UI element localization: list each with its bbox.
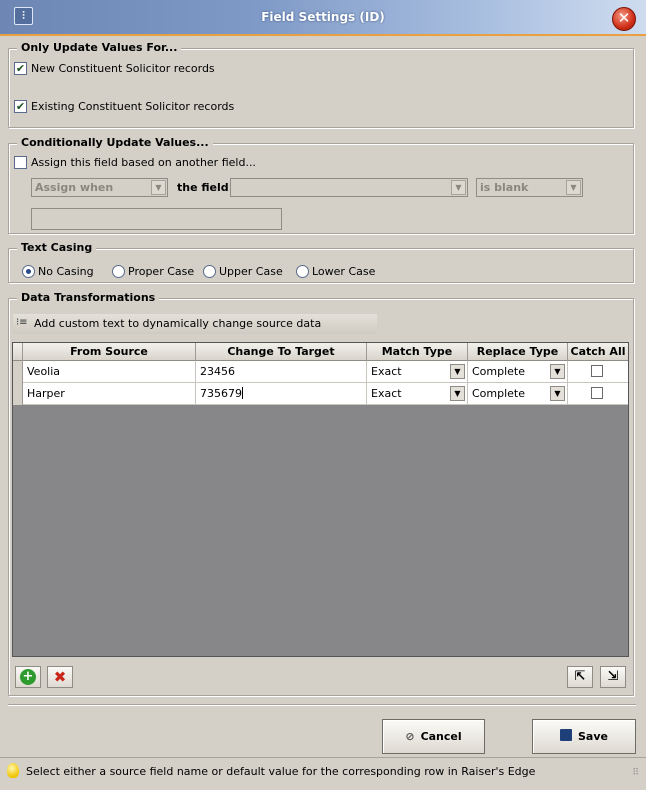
- status-text: Select either a source field name or def…: [26, 765, 536, 778]
- only-update-legend: Only Update Values For...: [17, 41, 182, 54]
- grid-header: From Source Change To Target Match Type …: [13, 343, 628, 361]
- match-type-value: Exact: [371, 387, 402, 400]
- column-header-catch-all[interactable]: Catch All: [568, 343, 628, 361]
- condition-value: is blank: [480, 181, 529, 194]
- replace-type-value: Complete: [472, 387, 526, 400]
- new-records-label[interactable]: New Constituent Solicitor records: [31, 62, 215, 75]
- no-casing-radio[interactable]: [22, 265, 35, 278]
- transformations-grid: From Source Change To Target Match Type …: [12, 342, 629, 657]
- divider: [8, 704, 636, 706]
- cancel-icon: ⊘: [405, 730, 415, 743]
- catch-all-checkbox[interactable]: [591, 365, 603, 377]
- row-selector-header: [13, 343, 23, 361]
- text-casing-group: Text Casing No Casing Proper Case Upper …: [8, 241, 634, 283]
- replace-type-cell[interactable]: Complete ▼: [468, 361, 568, 383]
- save-button[interactable]: Save: [532, 719, 636, 754]
- chevron-down-icon[interactable]: ▼: [450, 364, 465, 379]
- lower-case-label[interactable]: Lower Case: [312, 265, 375, 278]
- chevron-down-icon[interactable]: ▼: [550, 386, 565, 401]
- data-transformations-legend: Data Transformations: [17, 291, 160, 304]
- column-header-match-type[interactable]: Match Type: [367, 343, 468, 361]
- new-records-checkbox[interactable]: ✔: [14, 62, 27, 75]
- change-to-target-cell[interactable]: 23456: [196, 361, 367, 383]
- chevron-down-icon[interactable]: ▼: [550, 364, 565, 379]
- text-cursor: [242, 387, 243, 399]
- export-button[interactable]: ⇱: [567, 666, 593, 688]
- from-source-cell[interactable]: Harper: [23, 383, 196, 405]
- save-icon: [560, 729, 572, 741]
- import-icon: ⇲: [607, 669, 619, 684]
- match-type-cell[interactable]: Exact ▼: [367, 361, 468, 383]
- replace-type-value: Complete: [472, 365, 526, 378]
- chevron-down-icon: ▼: [451, 180, 466, 195]
- save-label: Save: [578, 730, 608, 743]
- the-field-label: the field: [177, 181, 229, 194]
- table-row[interactable]: Harper 735679 Exact ▼ Complete ▼: [13, 383, 628, 405]
- upper-case-radio[interactable]: [203, 265, 216, 278]
- catch-all-cell: [568, 383, 628, 405]
- existing-records-checkbox[interactable]: ✔: [14, 100, 27, 113]
- lightbulb-icon: [7, 763, 19, 778]
- column-header-replace-type[interactable]: Replace Type: [468, 343, 568, 361]
- chevron-down-icon: ▼: [566, 180, 581, 195]
- import-button[interactable]: ⇲: [600, 666, 626, 688]
- only-update-group: Only Update Values For... ✔ New Constitu…: [8, 41, 634, 128]
- assign-when-dropdown[interactable]: Assign when ▼: [31, 178, 168, 197]
- resize-grip-icon[interactable]: ⠿: [632, 768, 639, 778]
- match-type-cell[interactable]: Exact ▼: [367, 383, 468, 405]
- chevron-down-icon[interactable]: ▼: [450, 386, 465, 401]
- export-icon: ⇱: [574, 669, 586, 684]
- change-to-target-cell[interactable]: 735679: [196, 383, 367, 405]
- close-icon[interactable]: ✕: [612, 7, 636, 31]
- catch-all-cell: [568, 361, 628, 383]
- assign-when-value: Assign when: [35, 181, 114, 194]
- assign-field-checkbox[interactable]: [14, 156, 27, 169]
- table-row[interactable]: Veolia 23456 Exact ▼ Complete ▼: [13, 361, 628, 383]
- status-bar: Select either a source field name or def…: [0, 757, 646, 790]
- cancel-button[interactable]: ⊘ Cancel: [382, 719, 485, 754]
- add-custom-text-button[interactable]: ⁝≡ Add custom text to dynamically change…: [13, 314, 377, 334]
- row-selector[interactable]: [13, 383, 23, 405]
- no-casing-label[interactable]: No Casing: [38, 265, 94, 278]
- source-field-dropdown[interactable]: ▼: [230, 178, 468, 197]
- add-row-icon: +: [20, 669, 36, 685]
- lower-case-radio[interactable]: [296, 265, 309, 278]
- window-title: Field Settings (ID): [261, 10, 385, 24]
- assign-field-label[interactable]: Assign this field based on another field…: [31, 156, 256, 169]
- existing-records-label[interactable]: Existing Constituent Solicitor records: [31, 100, 234, 113]
- change-to-target-value: 735679: [200, 387, 242, 400]
- cancel-label: Cancel: [420, 730, 462, 743]
- condition-dropdown[interactable]: is blank ▼: [476, 178, 583, 197]
- delete-row-icon: ✖: [53, 668, 67, 686]
- chevron-down-icon: ▼: [151, 180, 166, 195]
- proper-case-radio[interactable]: [112, 265, 125, 278]
- conditional-update-legend: Conditionally Update Values...: [17, 136, 213, 149]
- delete-row-button[interactable]: ✖: [47, 666, 73, 688]
- title-bar: ⫶ Field Settings (ID) ✕: [0, 0, 646, 36]
- proper-case-label[interactable]: Proper Case: [128, 265, 194, 278]
- text-casing-legend: Text Casing: [17, 241, 97, 254]
- custom-text-icon: ⁝≡: [16, 317, 28, 328]
- match-type-value: Exact: [371, 365, 402, 378]
- from-source-cell[interactable]: Veolia: [23, 361, 196, 383]
- upper-case-label[interactable]: Upper Case: [219, 265, 283, 278]
- column-header-from-source[interactable]: From Source: [23, 343, 196, 361]
- conditional-update-group: Conditionally Update Values... Assign th…: [8, 136, 634, 234]
- catch-all-checkbox[interactable]: [591, 387, 603, 399]
- add-custom-text-label: Add custom text to dynamically change so…: [34, 317, 322, 330]
- column-header-change-to-target[interactable]: Change To Target: [196, 343, 367, 361]
- condition-value-input[interactable]: [31, 208, 282, 230]
- replace-type-cell[interactable]: Complete ▼: [468, 383, 568, 405]
- add-row-button[interactable]: +: [15, 666, 41, 688]
- row-selector[interactable]: [13, 361, 23, 383]
